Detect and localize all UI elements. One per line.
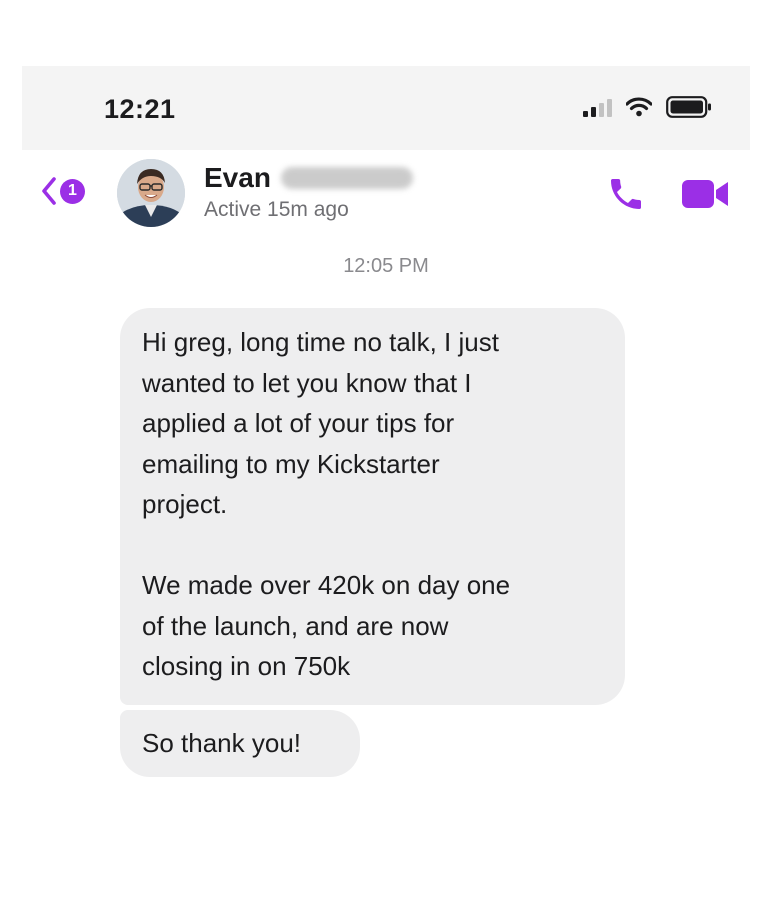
contact-name-row: Evan xyxy=(204,162,413,194)
avatar[interactable] xyxy=(117,159,185,227)
video-call-button[interactable] xyxy=(680,176,730,217)
message-bubble-incoming[interactable]: So thank you! xyxy=(120,710,360,777)
video-camera-icon xyxy=(682,180,728,208)
status-bar: 12:21 xyxy=(22,66,750,150)
message-bubble-incoming[interactable]: Hi greg, long time no talk, I just wante… xyxy=(120,308,625,705)
status-icons xyxy=(583,96,712,118)
back-button[interactable]: 1 xyxy=(40,176,85,206)
battery-icon xyxy=(666,96,711,118)
chevron-left-icon xyxy=(42,177,56,205)
contact-avatar xyxy=(117,159,185,227)
active-status: Active 15m ago xyxy=(204,198,349,221)
messenger-screen: 12:21 1 Evan Active 15m ago 12:05 PM Hi … xyxy=(22,66,750,826)
voice-call-button[interactable] xyxy=(606,174,646,219)
contact-name: Evan xyxy=(204,162,271,193)
contact-info[interactable]: Evan Active 15m ago xyxy=(204,162,413,222)
unread-count-badge: 1 xyxy=(60,178,85,204)
conversation-header: 1 Evan Active 15m ago xyxy=(22,150,750,246)
phone-icon xyxy=(611,179,641,209)
cellular-signal-icon xyxy=(583,97,612,117)
redacted-surname xyxy=(280,167,413,189)
wifi-icon xyxy=(626,97,652,117)
message-timestamp: 12:05 PM xyxy=(343,255,429,277)
status-time: 12:21 xyxy=(104,94,176,124)
